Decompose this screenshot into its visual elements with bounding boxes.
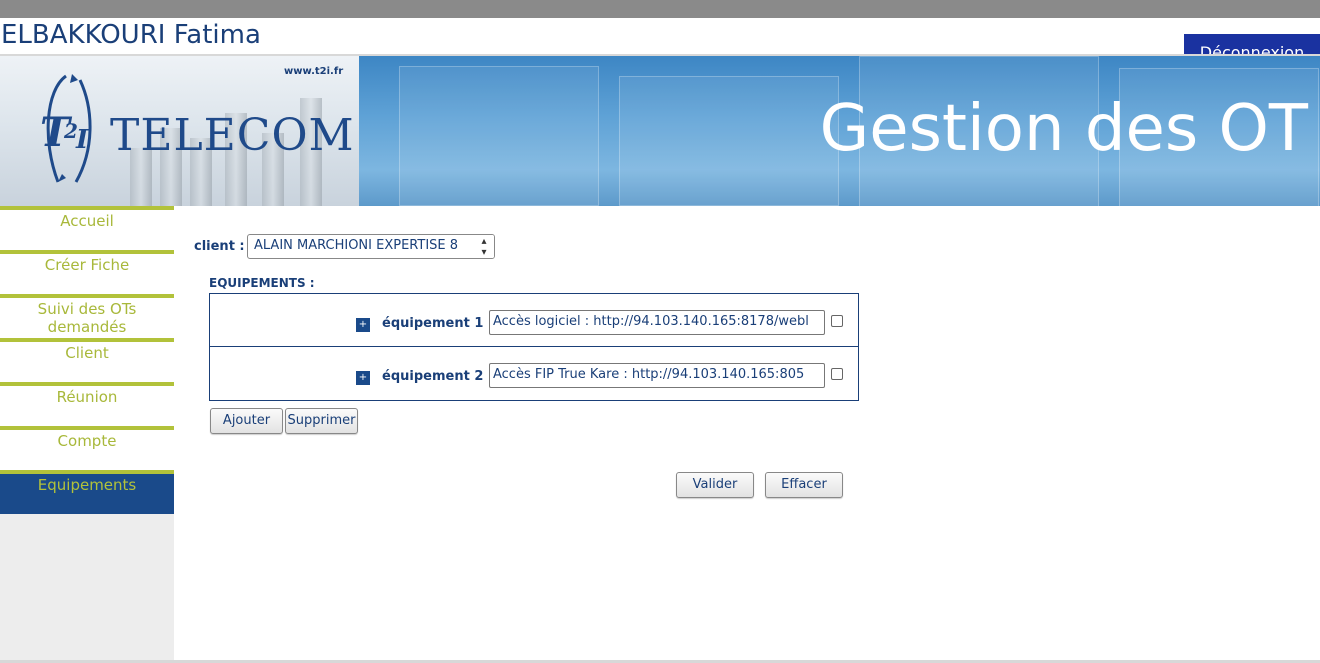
equipements-heading: EQUIPEMENTS : [209,276,315,290]
t2i-logo-icon: T 2 I [40,74,92,183]
logo-panel: www.t2i.fr T 2 I TELECOM [0,56,359,206]
app-title: Gestion des OT [819,92,1308,166]
equipement-label: équipement 2 : [382,369,494,384]
sidebar-item-compte[interactable]: Compte [0,426,174,470]
equipement-label: équipement 1 : [382,316,494,331]
banner-decoration [619,76,839,206]
sidebar-item-label: Client [65,344,109,362]
expand-plus-icon[interactable]: + [356,318,370,332]
sidebar-item-label: Réunion [56,388,118,406]
equipement-row: + équipement 1 : Accès logiciel : http:/… [209,293,859,347]
logo-text: TELECOM [110,110,355,161]
add-button[interactable]: Ajouter [210,408,283,434]
submit-button[interactable]: Valider [676,472,754,498]
sidebar-item-reunion[interactable]: Réunion [0,382,174,426]
main-content: client : ALAIN MARCHIONI EXPERTISE 8 ▴ ▾ … [174,206,1320,663]
equipement-input[interactable]: Accès FIP True Kare : http://94.103.140.… [489,363,825,388]
sidebar-item-equipements[interactable]: Equipements [0,470,174,514]
client-label: client : [194,239,245,254]
top-strip [0,0,1320,18]
sidebar-item-label: Equipements [37,476,137,494]
sidebar-item-creer-fiche[interactable]: Créer Fiche [0,250,174,294]
svg-text:I: I [75,125,89,155]
sidebar-item-accueil[interactable]: Accueil [0,206,174,250]
client-select-value: ALAIN MARCHIONI EXPERTISE 8 [254,238,459,253]
sidebar-item-label: Accueil [60,212,114,230]
client-select[interactable]: ALAIN MARCHIONI EXPERTISE 8 ▴ ▾ [247,234,495,259]
equipement-checkbox[interactable] [831,368,843,380]
sidebar-item-client[interactable]: Client [0,338,174,382]
remove-button[interactable]: Supprimer [285,408,358,434]
clear-button[interactable]: Effacer [765,472,843,498]
sidebar-item-suivi-ots[interactable]: Suivi des OTs demandés [0,294,174,338]
site-url: www.t2i.fr [284,66,344,77]
sidebar-item-label: Compte [57,432,117,450]
sidebar: Accueil Créer Fiche Suivi des OTs demand… [0,206,174,663]
equipement-row: + équipement 2 : Accès FIP True Kare : h… [209,347,859,401]
header-banner: www.t2i.fr T 2 I TELECOM Gestion des OT [0,54,1320,206]
select-arrows-icon: ▴ ▾ [474,235,494,258]
equipement-checkbox[interactable] [831,315,843,327]
banner-decoration [399,66,599,206]
sidebar-item-label: Créer Fiche [44,256,130,274]
equipement-input[interactable]: Accès logiciel : http://94.103.140.165:8… [489,310,825,335]
sidebar-item-label: Suivi des OTs demandés [37,300,137,336]
user-name: ELBAKKOURI Fatima [1,20,261,50]
expand-plus-icon[interactable]: + [356,371,370,385]
banner-image: Gestion des OT [359,56,1320,206]
